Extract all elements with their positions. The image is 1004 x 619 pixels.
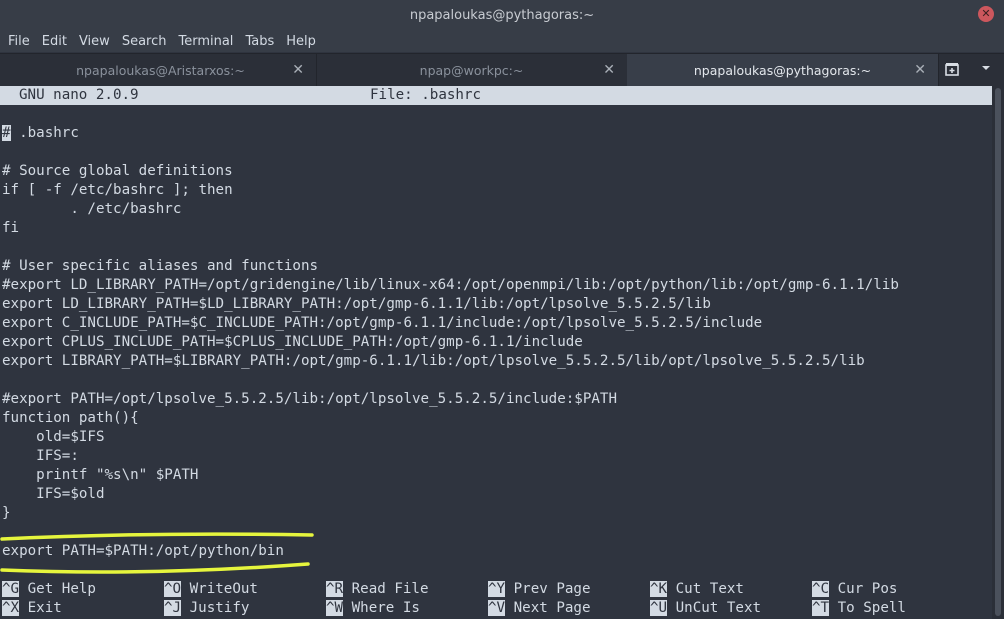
menu-tabs[interactable]: Tabs [239,34,280,49]
close-icon[interactable]: ✕ [978,6,994,22]
tab-workpc[interactable]: npap@workpc:~ ✕ [316,54,628,86]
shortcut-item: ^W Where Is [326,599,420,618]
shortcut-key: ^K [650,581,668,597]
shortcut-key: ^J [164,600,182,616]
shortcut-label: UnCut Text [675,600,762,616]
chevron-down-icon[interactable] [980,62,994,76]
shortcut-item: ^C Cur Pos [812,580,897,599]
shortcut-label: Prev Page [513,581,591,597]
tab-pythagoras[interactable]: npapaloukas@pythagoras:~ ✕ [627,54,939,86]
shortcut-item: ^O WriteOut [164,580,258,599]
shortcut-label: Get Help [27,581,96,597]
new-tab-icon[interactable] [945,62,961,76]
shortcut-item: ^U UnCut Text [650,599,761,618]
shortcut-label: Justify [189,600,250,616]
shortcut-label: To Spell [837,600,906,616]
scrollbar-thumb[interactable] [995,88,1001,616]
shortcut-item: ^K Cut Text [650,580,744,599]
shortcut-item: ^V Next Page [488,599,591,618]
tab-label: npapaloukas@pythagoras:~ [693,62,872,78]
terminal-view[interactable]: GNU nano 2.0.9 File: .bashrc # .bashrc # … [0,86,992,619]
shortcut-item: ^Y Prev Page [488,580,591,599]
menubar: File Edit View Search Terminal Tabs Help [0,30,1004,52]
shortcut-label: Cut Text [675,581,744,597]
shortcut-label: WriteOut [189,581,258,597]
shortcut-key: ^W [326,600,344,616]
tab-aristarxos[interactable]: npapaloukas@Aristarxos:~ ✕ [5,54,317,86]
shortcut-label: Where Is [351,600,420,616]
shortcut-key: ^U [650,600,668,616]
shortcut-key: ^Y [488,581,506,597]
tab-bar: npapaloukas@Aristarxos:~ ✕ npap@workpc:~… [0,53,1004,87]
tab-close-icon[interactable]: ✕ [914,62,926,78]
tab-label: npap@workpc:~ [419,62,524,78]
highlight-annotation [0,532,314,574]
shortcut-item: ^J Justify [164,599,249,618]
menu-search[interactable]: Search [116,34,173,49]
shortcut-item: ^X Exit [2,599,62,618]
shortcut-label: Next Page [513,600,591,616]
tab-close-icon[interactable]: ✕ [603,62,615,78]
menu-terminal[interactable]: Terminal [172,34,239,49]
window-title: npapaloukas@pythagoras:~ [409,7,595,23]
shortcut-key: ^X [2,600,20,616]
menu-help[interactable]: Help [280,34,322,49]
shortcut-item: ^G Get Help [2,580,96,599]
shortcut-key: ^T [812,600,830,616]
shortcut-item: ^T To Spell [812,599,906,618]
shortcut-key: ^C [812,581,830,597]
menu-file[interactable]: File [2,34,36,49]
shortcut-key: ^G [2,581,20,597]
scrollbar[interactable] [992,86,1004,619]
shortcut-item: ^R Read File [326,580,429,599]
menu-edit[interactable]: Edit [36,34,73,49]
shortcut-key: ^R [326,581,344,597]
shortcut-key: ^V [488,600,506,616]
shortcut-label: Read File [351,581,429,597]
shortcut-key: ^O [164,581,182,597]
shortcut-label: Exit [27,600,62,616]
menu-view[interactable]: View [73,34,116,49]
tab-label: npapaloukas@Aristarxos:~ [76,62,245,78]
tab-close-icon[interactable]: ✕ [292,62,304,78]
window-titlebar[interactable]: npapaloukas@pythagoras:~ ✕ [0,0,1004,30]
shortcut-label: Cur Pos [837,581,898,597]
